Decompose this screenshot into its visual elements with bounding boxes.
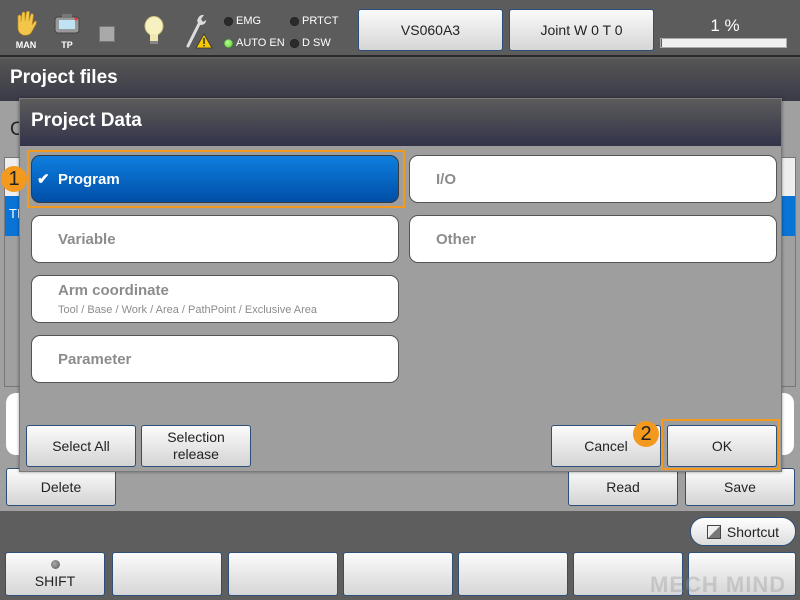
option-variable[interactable]: Variable [31, 215, 399, 263]
option-arm-coordinate[interactable]: Arm coordinate Tool / Base / Work / Area… [31, 275, 399, 323]
option-label: Other [436, 230, 477, 248]
speed-percent-text: 1 % [710, 16, 740, 35]
function-key-2[interactable] [112, 552, 222, 596]
robot-model-button[interactable]: VS060A3 [358, 9, 503, 51]
read-button[interactable]: Read [568, 468, 678, 506]
option-label: Variable [58, 230, 116, 248]
indicator-auto-en: AUTO EN [224, 37, 285, 49]
wrench-warning-icon[interactable] [184, 12, 214, 55]
option-other[interactable]: Other [409, 215, 777, 263]
speed-bar-fill [661, 39, 663, 47]
indicator-label: PRTCT [302, 15, 339, 27]
option-sublabel: Tool / Base / Work / Area / PathPoint / … [58, 304, 318, 316]
square-icon [99, 26, 115, 42]
select-all-button[interactable]: Select All [26, 425, 136, 467]
light-bulb-icon[interactable] [143, 16, 165, 51]
page-title: Project files [0, 59, 800, 101]
status-bar: MAN TP EMG PRTCT AUTO EN D SW VS060A3 Jo… [0, 0, 800, 57]
delete-button[interactable]: Delete [6, 468, 116, 506]
indicator-dsw: D SW [290, 37, 331, 49]
indicator-label: D SW [302, 37, 331, 49]
dsw-led [290, 38, 299, 48]
function-key-3[interactable] [228, 552, 338, 596]
shortcut-button[interactable]: Shortcut [690, 517, 796, 546]
indicator-prtct: PRTCT [290, 15, 338, 27]
pendant-label: TP [61, 40, 73, 50]
indicator-label: EMG [236, 15, 262, 27]
shift-led-icon [50, 559, 60, 569]
save-button[interactable]: Save [685, 468, 795, 506]
highlight-program [27, 150, 405, 208]
watermark: MECH MIND [650, 572, 787, 597]
hand-icon [17, 10, 37, 36]
option-io[interactable]: I/O [409, 155, 777, 203]
shift-label: SHIFT [34, 572, 76, 589]
shift-key[interactable]: SHIFT [5, 552, 105, 596]
coordinate-mode-button[interactable]: Joint W 0 T 0 [509, 9, 654, 51]
indicator-label: AUTO EN [236, 37, 285, 49]
emg-led [224, 16, 233, 26]
step-badge-1: 1 [1, 166, 27, 192]
step-badge-2: 2 [633, 421, 659, 447]
manual-mode-indicator[interactable]: MAN [12, 10, 40, 50]
function-key-5[interactable] [458, 552, 568, 596]
option-label: I/O [436, 170, 457, 188]
option-parameter[interactable]: Parameter [31, 335, 399, 383]
teach-pendant-indicator[interactable]: TP [54, 14, 80, 50]
auto-en-led [224, 38, 233, 48]
shortcut-label: Shortcut [726, 523, 780, 540]
indicator-emg: EMG [224, 15, 261, 27]
speed-bar[interactable] [660, 38, 787, 48]
option-label: Parameter [58, 350, 132, 368]
function-key-4[interactable] [343, 552, 453, 596]
highlight-ok [661, 419, 780, 470]
teach-pendant-icon [54, 14, 80, 34]
selection-release-button[interactable]: Selection release [141, 425, 251, 467]
prtct-led [290, 16, 299, 26]
mode-label: MAN [15, 40, 37, 50]
dialog-title: Project Data [20, 99, 781, 146]
shortcut-icon [706, 524, 721, 539]
option-label: Arm coordinate [58, 282, 169, 299]
screen: MAN TP EMG PRTCT AUTO EN D SW VS060A3 Jo… [0, 0, 800, 600]
